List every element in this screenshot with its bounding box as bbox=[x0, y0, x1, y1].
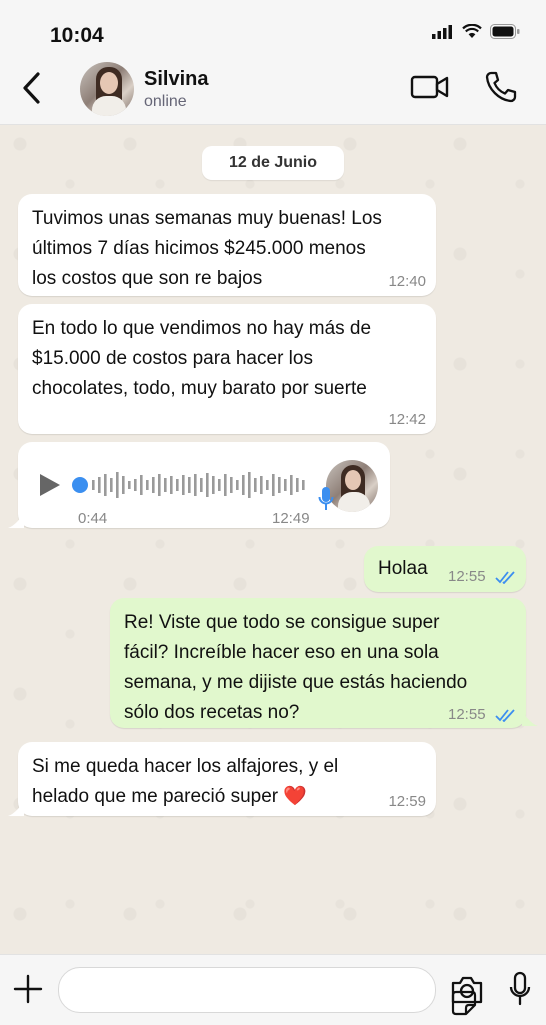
mic-icon bbox=[318, 487, 334, 510]
contact-avatar[interactable] bbox=[80, 62, 134, 116]
status-time: 10:04 bbox=[50, 24, 104, 47]
signal-icon bbox=[432, 24, 452, 39]
message-time: 12:59 bbox=[388, 793, 426, 810]
message-line: los costos que son re bajos bbox=[32, 268, 263, 289]
voice-message[interactable]: 0:44 12:49 bbox=[18, 442, 390, 528]
voice-waveform[interactable] bbox=[92, 468, 314, 502]
plus-icon[interactable] bbox=[12, 973, 44, 1005]
message-line: últimos 7 días hicimos $245.000 menos bbox=[32, 238, 366, 259]
bubble-tail bbox=[8, 802, 24, 816]
chat-header: Silvina online bbox=[0, 56, 546, 125]
message-text: Tuvimos unas semanas muy buenas! Los últ… bbox=[32, 204, 382, 294]
avatar-body bbox=[92, 96, 126, 116]
battery-icon bbox=[490, 24, 520, 39]
double-check-icon bbox=[495, 571, 515, 584]
message-input[interactable] bbox=[58, 967, 477, 1016]
message-incoming[interactable]: Tuvimos unas semanas muy buenas! Los últ… bbox=[18, 194, 436, 296]
message-text: En todo lo que vendimos no hay más de $1… bbox=[32, 314, 371, 404]
message-incoming[interactable]: Si me queda hacer los alfajores, y el he… bbox=[18, 742, 436, 816]
message-line: helado que me pareció super ❤️ bbox=[32, 786, 308, 807]
wifi-icon bbox=[462, 24, 482, 38]
message-text: Re! Viste que todo se consigue super fác… bbox=[124, 608, 467, 728]
message-line: chocolates, todo, muy barato por suerte bbox=[32, 378, 367, 399]
message-line: fácil? Increíble hacer eso en una sola bbox=[124, 642, 439, 663]
double-check-icon bbox=[495, 709, 515, 722]
message-time: 12:55 bbox=[448, 568, 486, 585]
message-text: Holaa bbox=[378, 558, 428, 579]
message-line: sólo dos recetas no? bbox=[124, 702, 300, 723]
message-line: Re! Viste que todo se consigue super bbox=[124, 612, 440, 633]
message-time: 12:55 bbox=[448, 706, 486, 723]
bubble-tail bbox=[522, 712, 538, 726]
message-line: $15.000 de costos para hacer los bbox=[32, 348, 313, 369]
message-time: 12:49 bbox=[272, 510, 310, 527]
contact-name[interactable]: Silvina bbox=[144, 68, 208, 91]
bubble-tail bbox=[8, 514, 24, 528]
message-line: Tuvimos unas semanas muy buenas! Los bbox=[32, 208, 382, 229]
contact-status: online bbox=[144, 93, 187, 110]
date-separator: 12 de Junio bbox=[202, 146, 344, 180]
voice-duration: 0:44 bbox=[78, 510, 108, 527]
phone-icon[interactable] bbox=[484, 70, 518, 104]
status-bar: 10:04 bbox=[0, 0, 546, 56]
message-time: 12:40 bbox=[388, 273, 426, 290]
message-input-bar bbox=[0, 954, 546, 1025]
message-line: En todo lo que vendimos no hay más de bbox=[32, 318, 372, 339]
message-line: semana, y me dijiste que estás haciendo bbox=[124, 672, 468, 693]
camera-icon[interactable] bbox=[450, 975, 484, 1005]
back-arrow-icon[interactable] bbox=[18, 68, 50, 108]
message-outgoing[interactable]: Re! Viste que todo se consigue super fác… bbox=[110, 598, 526, 728]
message-line: Si me queda hacer los alfajores, y el bbox=[32, 756, 339, 777]
message-outgoing[interactable]: Holaa 12:55 bbox=[364, 546, 526, 592]
message-time: 12:42 bbox=[388, 411, 426, 428]
message-incoming[interactable]: En todo lo que vendimos no hay más de $1… bbox=[18, 304, 436, 434]
mic-icon[interactable] bbox=[508, 971, 532, 1007]
message-text: Si me queda hacer los alfajores, y el he… bbox=[32, 752, 338, 812]
playback-position-dot[interactable] bbox=[72, 477, 88, 493]
play-icon[interactable] bbox=[38, 472, 62, 498]
status-icons bbox=[432, 24, 520, 39]
avatar-face bbox=[100, 72, 118, 94]
video-call-icon[interactable] bbox=[410, 72, 450, 102]
